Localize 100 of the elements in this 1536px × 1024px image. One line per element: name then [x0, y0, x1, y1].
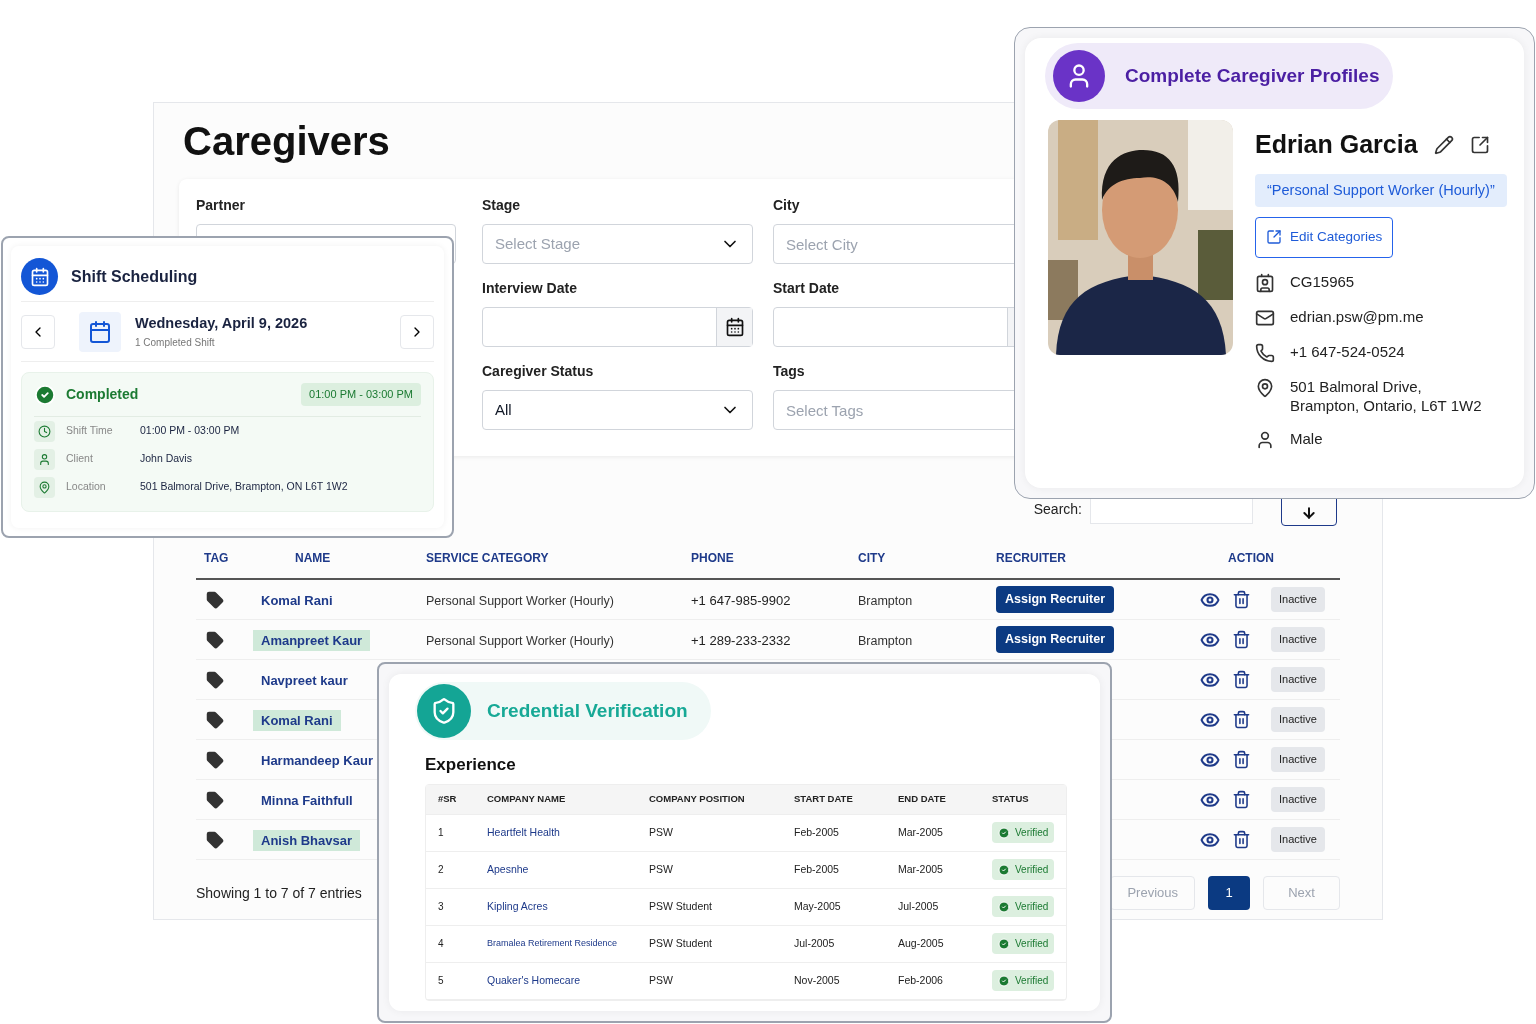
- tag-icon: [206, 830, 224, 849]
- caregiver-name-link[interactable]: Harmandeep Kaur: [253, 749, 381, 771]
- time-badge: 01:00 PM - 03:00 PM: [301, 383, 421, 406]
- detail-text: edrian.psw@pm.me: [1290, 306, 1424, 326]
- next-day-button[interactable]: [400, 314, 434, 349]
- detail-label: Client: [66, 451, 94, 467]
- detail-text: CG15965: [1290, 271, 1355, 291]
- edit-categories-button[interactable]: Edit Categories: [1255, 217, 1394, 258]
- delete-icon[interactable]: [1232, 790, 1251, 809]
- assign-recruiter-button[interactable]: Assign Recruiter: [996, 626, 1115, 653]
- table-cell-text: 4: [437, 937, 445, 951]
- column-header: TAG: [203, 550, 230, 567]
- company-link[interactable]: Heartfelt Health: [487, 824, 649, 841]
- shift-count-text: 1 Completed Shift: [135, 335, 216, 350]
- status-button[interactable]: Inactive: [1271, 747, 1325, 772]
- column-header: PHONE: [691, 550, 735, 567]
- city-text: Brampton: [858, 593, 913, 608]
- detail-label: Shift Time: [66, 423, 114, 439]
- column-header: NAME: [294, 550, 332, 567]
- status-button[interactable]: Inactive: [1271, 667, 1325, 692]
- external-link-icon: [1266, 229, 1282, 246]
- detail-value: John Davis: [140, 451, 192, 467]
- detail-value: 01:00 PM - 03:00 PM: [140, 423, 240, 439]
- table-cell-text: Feb-2006: [898, 972, 944, 988]
- category-badge: “Personal Support Worker (Hourly)”: [1255, 173, 1507, 208]
- table-cell-text: Aug-2005: [898, 935, 945, 951]
- date-heading: Wednesday, April 9, 2026: [135, 314, 309, 334]
- caregiver-name: Edrian Garcia: [1255, 129, 1418, 160]
- calendar-icon: [79, 311, 121, 352]
- table-cell-text: Mar-2005: [898, 824, 944, 840]
- caregiver-name-link[interactable]: Amanpreet Kaur: [253, 629, 371, 651]
- verified-badge: Verified: [992, 822, 1055, 843]
- company-link[interactable]: Bramalea Retirement Residence: [487, 936, 649, 951]
- caregiver-name-link[interactable]: Navpreet kaur: [253, 669, 356, 691]
- card-title: Complete Caregiver Profiles: [1125, 63, 1380, 88]
- external-link-icon[interactable]: [1469, 134, 1490, 155]
- caregiver-name-link[interactable]: Anish Bhavsar: [253, 829, 361, 851]
- table-cell-text: Feb-2005: [794, 824, 840, 840]
- edit-icon[interactable]: [1433, 134, 1454, 155]
- detail-value: 501 Balmoral Drive, Brampton, ON L6T 1W2: [140, 479, 348, 495]
- column-header: STATUS: [992, 791, 1030, 806]
- search-label: Search:: [1033, 499, 1082, 519]
- field-label: Partner: [196, 196, 246, 215]
- status-button[interactable]: Inactive: [1271, 707, 1325, 732]
- caregiver-name-link[interactable]: Minna Faithfull: [253, 789, 361, 811]
- tag-icon: [206, 710, 224, 729]
- status-button[interactable]: Inactive: [1271, 587, 1325, 612]
- section-heading: Experience: [425, 755, 516, 774]
- column-header: END DATE: [898, 791, 947, 806]
- phone-text: +1 289-233-2332: [691, 632, 791, 648]
- verified-badge: Verified: [992, 933, 1055, 954]
- status-button[interactable]: Inactive: [1271, 627, 1325, 652]
- phone-icon: [1255, 342, 1275, 363]
- card-title: Credential Verification: [487, 698, 688, 723]
- delete-icon[interactable]: [1232, 590, 1251, 609]
- page-button[interactable]: 1: [1208, 876, 1250, 910]
- company-link[interactable]: Kipling Acres: [487, 898, 649, 915]
- select-field[interactable]: All: [482, 390, 753, 430]
- tag-icon: [206, 630, 224, 649]
- map-pin-icon: [1255, 377, 1275, 398]
- detail-text: +1 647-524-0524: [1290, 341, 1405, 361]
- verified-badge: Verified: [992, 896, 1055, 917]
- company-link[interactable]: Quaker's Homecare: [487, 972, 649, 989]
- delete-icon[interactable]: [1232, 830, 1251, 849]
- field-label: Stage: [482, 196, 521, 215]
- table-cell-text: 3: [437, 900, 445, 914]
- table-cell-text: 2: [437, 863, 445, 877]
- company-link[interactable]: Apesnhe: [487, 861, 649, 878]
- table-cell-text: 1: [437, 826, 445, 840]
- caregiver-name-link[interactable]: Komal Rani: [253, 589, 341, 611]
- user-icon: [1255, 429, 1275, 450]
- calendar-button[interactable]: [716, 308, 752, 346]
- date-field[interactable]: [482, 307, 753, 347]
- phone-text: +1 647-985-9902: [691, 592, 791, 608]
- service-category-text: Personal Support Worker (Hourly): [426, 593, 615, 608]
- field-label: Start Date: [773, 279, 840, 298]
- table-cell-text: Feb-2005: [794, 861, 840, 877]
- tag-icon: [206, 590, 224, 609]
- field-label: City: [773, 196, 800, 215]
- table-cell-text: Mar-2005: [898, 861, 944, 877]
- previous-day-button[interactable]: [21, 314, 55, 349]
- delete-icon[interactable]: [1232, 670, 1251, 689]
- verified-badge: Verified: [992, 859, 1055, 880]
- field-label: Caregiver Status: [482, 362, 594, 381]
- service-category-text: Personal Support Worker (Hourly): [426, 633, 615, 648]
- status-button[interactable]: Inactive: [1271, 787, 1325, 812]
- column-header: COMPANY NAME: [487, 791, 567, 806]
- caregiver-name-link[interactable]: Komal Rani: [253, 709, 341, 731]
- shield-check-icon: [417, 684, 471, 738]
- table-cell-text: PSW: [649, 824, 674, 840]
- id-card-icon: [1255, 272, 1275, 293]
- delete-icon[interactable]: [1232, 750, 1251, 769]
- delete-icon[interactable]: [1232, 630, 1251, 649]
- tag-icon: [206, 670, 224, 689]
- delete-icon[interactable]: [1232, 710, 1251, 729]
- assign-recruiter-button[interactable]: Assign Recruiter: [996, 586, 1115, 613]
- table-cell-text: PSW Student: [649, 935, 714, 951]
- status-button[interactable]: Inactive: [1271, 827, 1325, 852]
- table-cell-text: Nov-2005: [794, 972, 841, 988]
- table-cell-text: PSW: [649, 861, 674, 877]
